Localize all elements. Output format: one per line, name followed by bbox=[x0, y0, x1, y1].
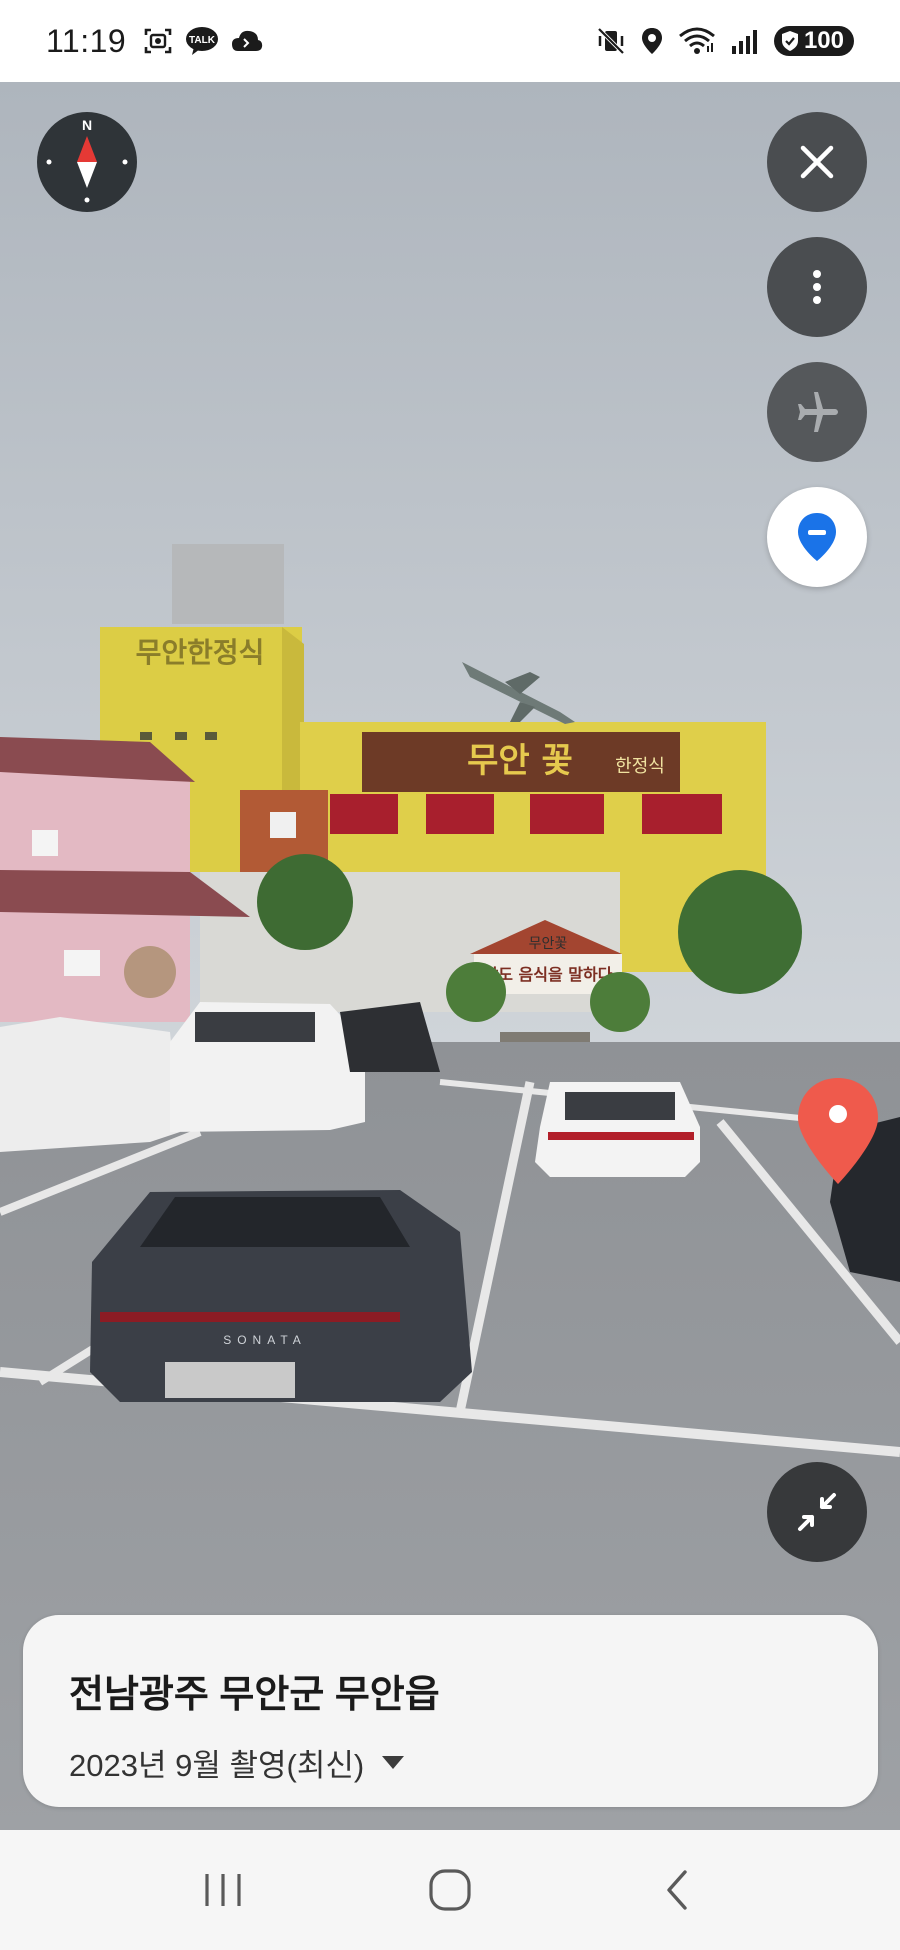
compass-button[interactable]: N bbox=[37, 112, 137, 212]
capture-date: 2023년 9월 촬영(최신) bbox=[69, 1748, 365, 1783]
battery-level: 100 bbox=[803, 27, 844, 54]
license-plate-blurred bbox=[165, 1362, 295, 1398]
status-time: 11:19 bbox=[46, 22, 127, 59]
recent-apps-icon bbox=[205, 1874, 241, 1906]
system-navigation-bar bbox=[0, 1830, 900, 1950]
talk-badge-text: TALK bbox=[189, 35, 216, 46]
street-view-panorama[interactable]: 무안한정식 무안 꽃 한정식 남도 음식을 말하다 무안꽃 SONATA N bbox=[0, 82, 900, 1830]
wifi-icon bbox=[678, 26, 716, 56]
capture-date-selector[interactable]: 2023년 9월 촬영(최신) bbox=[69, 1740, 832, 1785]
home-button[interactable] bbox=[405, 1845, 495, 1935]
collapse-view-button[interactable] bbox=[767, 1462, 867, 1562]
more-vertical-icon bbox=[813, 270, 821, 304]
street-view-image: 무안한정식 무안 꽃 한정식 남도 음식을 말하다 무안꽃 SONATA bbox=[0, 82, 900, 1830]
location-title: 전남광주 무안군 무안읍 bbox=[69, 1674, 440, 1716]
airplane-icon bbox=[798, 392, 838, 432]
airplane-view-button[interactable] bbox=[767, 362, 867, 462]
rooftop-billboard bbox=[172, 544, 284, 624]
white-suv-left bbox=[0, 1017, 180, 1152]
car-badge-text: SONATA bbox=[223, 1333, 307, 1347]
place-marker[interactable] bbox=[796, 1076, 880, 1186]
status-right-icons: 100 bbox=[596, 26, 854, 56]
main-sign-sub: 한정식 bbox=[615, 756, 665, 777]
close-button[interactable] bbox=[767, 112, 867, 212]
collapse-icon bbox=[798, 1493, 836, 1531]
close-icon bbox=[800, 145, 834, 179]
compass-icon: N bbox=[46, 117, 128, 203]
status-bar: 11:19 TALK 100 bbox=[0, 0, 900, 82]
more-options-button[interactable] bbox=[767, 237, 867, 337]
kakaotalk-icon: TALK bbox=[184, 25, 220, 57]
cloud-icon bbox=[230, 25, 264, 57]
screenshot-icon bbox=[142, 25, 174, 57]
map-marker-icon bbox=[798, 1078, 878, 1184]
location-info-card[interactable]: 전남광주 무안군 무안읍 2023년 9월 촬영(최신) bbox=[23, 1615, 878, 1807]
tower-sign: 무안한정식 bbox=[136, 636, 265, 669]
location-icon bbox=[640, 26, 664, 56]
shield-check-icon bbox=[781, 31, 798, 51]
entrance-logo-text: 무안꽃 bbox=[529, 936, 568, 952]
location-pin-icon bbox=[798, 513, 836, 561]
battery-indicator: 100 bbox=[773, 26, 854, 56]
tree bbox=[257, 854, 353, 950]
compass-north-label: N bbox=[82, 117, 92, 133]
mute-vibrate-icon bbox=[596, 26, 626, 56]
status-left-icons: TALK bbox=[142, 25, 264, 57]
map-location-button[interactable] bbox=[767, 487, 867, 587]
back-button[interactable] bbox=[632, 1845, 722, 1935]
recent-apps-button[interactable] bbox=[178, 1845, 268, 1935]
home-icon bbox=[429, 1869, 471, 1911]
signal-icon bbox=[730, 26, 760, 56]
dropdown-arrow-icon[interactable] bbox=[382, 1756, 405, 1769]
back-icon bbox=[666, 1870, 687, 1910]
main-sign-text: 무안 꽃 bbox=[467, 741, 573, 781]
tree bbox=[678, 870, 802, 994]
